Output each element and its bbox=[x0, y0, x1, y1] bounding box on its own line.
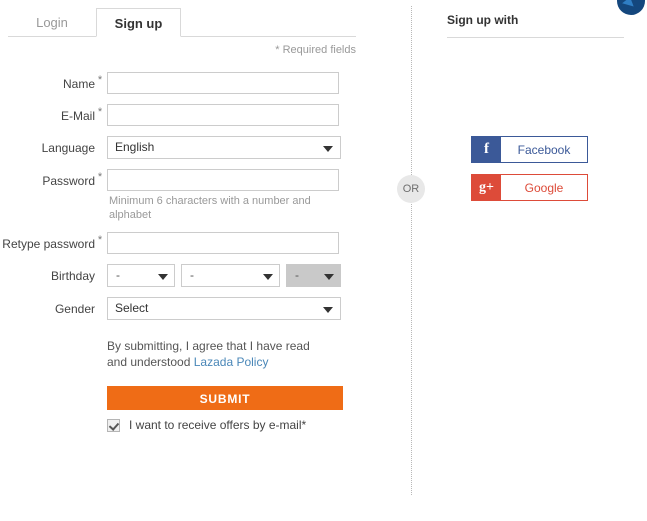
lazada-policy-link[interactable]: Lazada Policy bbox=[194, 355, 269, 369]
social-panel-title: Sign up with bbox=[447, 13, 624, 38]
signup-page: Login Sign up * Required fields Name * E… bbox=[0, 0, 647, 521]
retype-password-input[interactable] bbox=[107, 232, 339, 254]
auth-tabs: Login Sign up bbox=[8, 6, 356, 37]
label-birthday: Birthday bbox=[50, 269, 95, 283]
language-select[interactable]: English bbox=[107, 136, 341, 159]
facebook-icon: f bbox=[472, 137, 501, 162]
signup-form-panel: Login Sign up * Required fields Name * E… bbox=[0, 0, 380, 521]
chevron-down-icon bbox=[323, 146, 333, 152]
facebook-label: Facebook bbox=[517, 142, 571, 157]
form-row-gender: Gender Select bbox=[0, 297, 380, 320]
label-email: E-Mail bbox=[60, 109, 95, 123]
registration-form: Name * E-Mail * Language English Passwor… bbox=[0, 72, 380, 432]
label-language: Language bbox=[41, 141, 95, 155]
gender-select-value: Select bbox=[115, 301, 149, 315]
label-password: Password bbox=[42, 174, 95, 188]
form-row-name: Name * bbox=[0, 72, 380, 94]
email-input[interactable] bbox=[107, 104, 339, 126]
name-input[interactable] bbox=[107, 72, 339, 94]
required-asterisk: * bbox=[97, 106, 103, 118]
offers-row: I want to receive offers by e-mail* bbox=[107, 418, 380, 432]
birthday-year-value: - bbox=[295, 268, 299, 282]
form-row-email: E-Mail * bbox=[0, 104, 380, 126]
google-label: Google bbox=[524, 180, 564, 195]
label-retype-password: Retype password bbox=[2, 237, 95, 251]
facebook-signup-button[interactable]: f Facebook bbox=[471, 136, 588, 163]
password-hint: Minimum 6 characters with a number and a… bbox=[109, 195, 311, 221]
submit-button[interactable]: SUBMIT bbox=[107, 386, 343, 410]
birthday-year-select[interactable]: - bbox=[286, 264, 341, 287]
birthday-day-value: - bbox=[116, 268, 120, 282]
form-row-language: Language English bbox=[0, 136, 380, 159]
chevron-down-icon bbox=[323, 307, 333, 313]
required-fields-note: * Required fields bbox=[275, 44, 356, 56]
tab-login-label: Login bbox=[36, 15, 68, 30]
birthday-month-value: - bbox=[190, 268, 194, 282]
tab-signup-label: Sign up bbox=[114, 16, 163, 31]
birthday-selects: - - - bbox=[107, 264, 341, 287]
arrow-icon bbox=[622, 0, 636, 7]
form-row-password: Password * Minimum 6 characters with a n… bbox=[0, 169, 380, 222]
social-signup-panel: Sign up with f Facebook g+ Google bbox=[410, 0, 647, 521]
language-select-value: English bbox=[115, 140, 155, 154]
form-row-retype-password: Retype password * bbox=[0, 232, 380, 254]
gender-select[interactable]: Select bbox=[107, 297, 341, 320]
birthday-month-select[interactable]: - bbox=[181, 264, 280, 287]
required-asterisk: * bbox=[97, 171, 103, 183]
chevron-down-icon bbox=[158, 274, 168, 280]
google-plus-icon: g+ bbox=[472, 175, 501, 200]
offers-checkbox[interactable] bbox=[107, 418, 120, 432]
form-row-birthday: Birthday - - - bbox=[0, 264, 380, 287]
google-signup-button[interactable]: g+ Google bbox=[471, 174, 588, 201]
tab-signup[interactable]: Sign up bbox=[96, 8, 181, 37]
required-asterisk: * bbox=[97, 74, 103, 86]
offers-label: I want to receive offers by e-mail* bbox=[129, 418, 307, 432]
label-name: Name bbox=[62, 77, 95, 91]
password-input[interactable] bbox=[107, 169, 339, 191]
agreement-text: By submitting, I agree that I have read … bbox=[107, 338, 322, 370]
required-asterisk: * bbox=[97, 234, 103, 246]
tab-login[interactable]: Login bbox=[8, 8, 96, 37]
social-buttons: f Facebook g+ Google bbox=[471, 136, 647, 201]
label-gender: Gender bbox=[54, 302, 95, 316]
birthday-day-select[interactable]: - bbox=[107, 264, 175, 287]
chevron-down-icon bbox=[263, 274, 273, 280]
chevron-down-icon bbox=[324, 274, 334, 280]
